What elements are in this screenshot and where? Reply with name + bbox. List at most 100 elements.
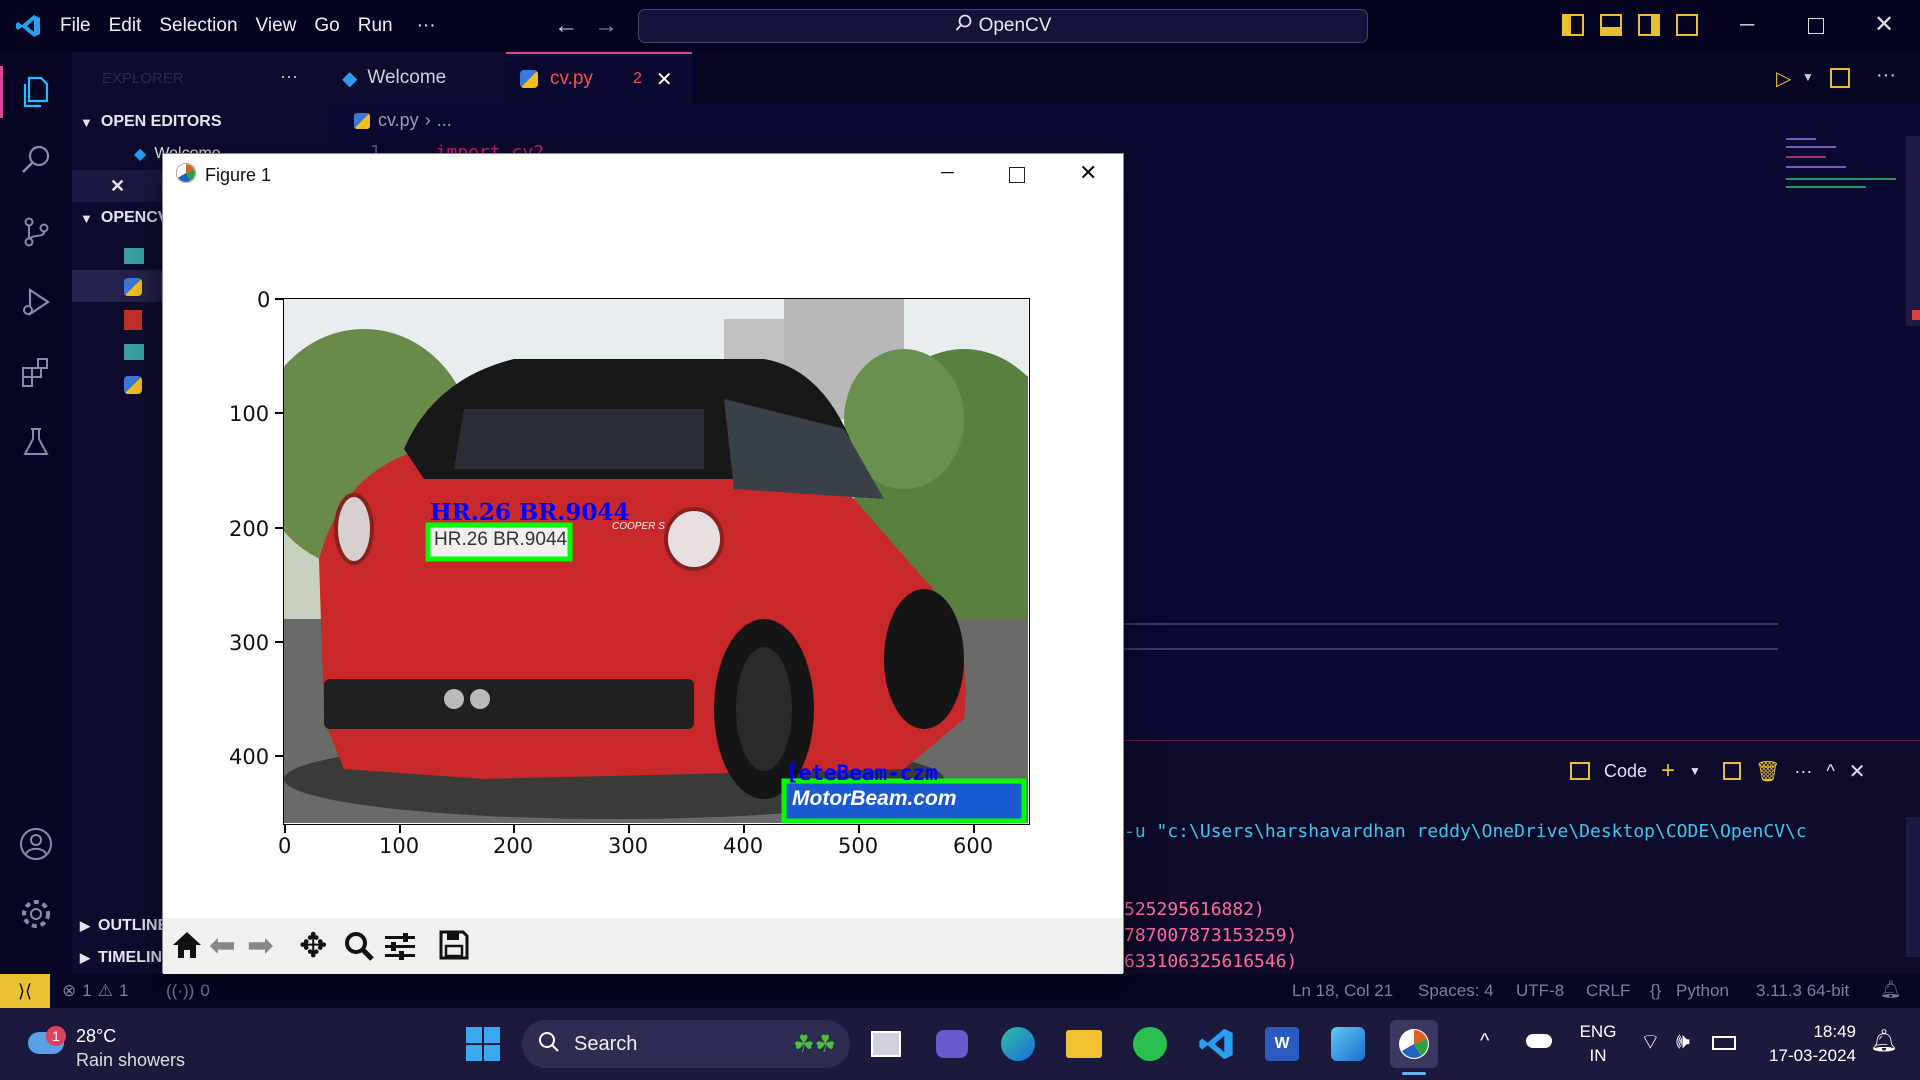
volume-icon[interactable]: 🕪︎ [1676, 1028, 1690, 1054]
taskbar-search-box[interactable]: Search ☘☘ [522, 1020, 850, 1068]
encoding[interactable]: UTF-8 [1516, 981, 1564, 1001]
command-center-search[interactable]: OpenCV [638, 9, 1368, 43]
file-image-icon-2[interactable] [124, 344, 144, 360]
back-arrow-icon[interactable]: ← [554, 12, 578, 40]
terminal-shell-label[interactable]: Code [1604, 761, 1647, 782]
clock[interactable]: 18:49 17-03-2024 [1756, 1020, 1856, 1068]
problems-indicator[interactable]: ⊗ 1 ⚠ 1 [62, 981, 128, 1001]
figure-minimize-icon[interactable]: ─ [941, 162, 954, 183]
wifi-icon[interactable]: ⌔ [1640, 1028, 1661, 1056]
python-file-icon-2[interactable] [124, 376, 142, 394]
language-indicator[interactable]: ENG IN [1578, 1020, 1618, 1068]
back-icon[interactable]: ⬅ [209, 926, 236, 964]
menu-selection[interactable]: Selection [159, 15, 237, 37]
x-tick-300: 300 [608, 834, 649, 858]
close-tab-icon[interactable]: ✕ [656, 67, 673, 92]
configure-subplots-icon[interactable] [385, 932, 415, 965]
chevron-right-icon: ▶ [80, 918, 90, 933]
customize-layout-icon[interactable] [1676, 14, 1698, 36]
chat-icon[interactable] [928, 1020, 976, 1068]
extensions-icon[interactable] [14, 350, 58, 394]
figure-close-icon[interactable]: ✕ [1079, 160, 1097, 186]
editor-scrollbar[interactable] [1906, 136, 1920, 326]
ports-indicator[interactable]: ((·)) 0 [166, 981, 210, 1001]
menu-more[interactable]: ··· [417, 15, 436, 37]
toggle-primary-sidebar-icon[interactable] [1562, 14, 1584, 36]
new-terminal-icon[interactable]: + [1661, 757, 1675, 785]
notification-bell-icon[interactable]: 🔔︎ [1870, 1028, 1898, 1054]
task-view-icon[interactable] [862, 1020, 910, 1068]
run-dropdown-icon[interactable]: ▼ [1802, 70, 1814, 84]
terminal-scrollbar[interactable] [1906, 817, 1920, 957]
line-ending[interactable]: CRLF [1586, 981, 1630, 1001]
layout-controls [1562, 14, 1698, 36]
testing-flask-icon[interactable] [14, 420, 58, 464]
open-editors-section[interactable]: ▼ OPEN EDITORS [72, 106, 328, 138]
matplotlib-active-icon[interactable] [1390, 1020, 1438, 1068]
restore-window-icon[interactable] [1808, 18, 1824, 34]
onedrive-cloud-icon[interactable] [1526, 1034, 1552, 1048]
file-pdf-icon[interactable] [124, 310, 142, 330]
forward-icon[interactable]: ➡ [247, 926, 274, 964]
zoom-magnifier-icon[interactable] [343, 930, 375, 967]
menu-edit[interactable]: Edit [109, 15, 142, 37]
split-terminal-icon[interactable] [1722, 762, 1741, 780]
forward-arrow-icon[interactable]: → [594, 12, 618, 40]
accounts-icon[interactable] [14, 822, 58, 866]
battery-icon[interactable] [1712, 1036, 1736, 1050]
notifications-bell-icon[interactable]: 🔔︎ [1880, 980, 1902, 1000]
cursor-position[interactable]: Ln 18, Col 21 [1292, 981, 1393, 1001]
word-icon[interactable]: W [1258, 1020, 1306, 1068]
close-window-icon[interactable]: ✕ [1874, 10, 1894, 39]
home-icon[interactable] [171, 930, 203, 965]
breadcrumb-file[interactable]: cv.py [378, 110, 419, 131]
error-count: 1 [82, 981, 92, 1000]
tab-cvpy[interactable]: cv.py 2 ✕ [506, 52, 692, 104]
error-icon: ⊗ [62, 981, 77, 1000]
file-image-icon[interactable] [124, 248, 144, 264]
toggle-secondary-sidebar-icon[interactable] [1638, 14, 1660, 36]
explorer-more-icon[interactable]: ··· [280, 66, 298, 87]
source-control-icon[interactable] [14, 210, 58, 254]
search-icon[interactable] [14, 138, 58, 182]
run-debug-icon[interactable] [14, 280, 58, 324]
vscode-taskbar-icon[interactable] [1192, 1020, 1240, 1068]
save-figure-icon[interactable] [439, 930, 469, 965]
remote-indicator[interactable]: ⟩⟨ [0, 974, 50, 1008]
run-python-file-icon[interactable]: ▷ [1776, 66, 1791, 91]
menu-go[interactable]: Go [314, 15, 339, 37]
file-explorer-icon[interactable] [1060, 1020, 1108, 1068]
photos-icon[interactable] [1324, 1020, 1372, 1068]
minimize-window-icon[interactable]: ─ [1740, 14, 1754, 37]
show-hidden-icons-chevron[interactable]: ^ [1480, 1030, 1489, 1053]
whatsapp-icon[interactable] [1126, 1020, 1174, 1068]
figure-maximize-icon[interactable] [1009, 167, 1025, 183]
close-panel-icon[interactable]: ✕ [1849, 759, 1866, 784]
settings-gear-icon[interactable] [14, 892, 58, 936]
terminal-dropdown-icon[interactable]: ▼ [1689, 764, 1701, 778]
menu-run[interactable]: Run [358, 15, 393, 37]
python-interpreter[interactable]: 3.11.3 64-bit [1756, 981, 1849, 1001]
active-app-indicator [1402, 1072, 1426, 1075]
explorer-icon[interactable] [14, 70, 58, 114]
terminal-shell-icon[interactable] [1570, 762, 1590, 780]
terminal-more-icon[interactable]: ··· [1794, 761, 1812, 782]
close-icon[interactable]: ✕ [110, 176, 125, 197]
start-windows-icon[interactable] [459, 1020, 507, 1068]
kill-terminal-icon[interactable]: 🗑 [1755, 759, 1780, 784]
tab-welcome[interactable]: ◆ Welcome [328, 52, 506, 104]
pan-move-icon[interactable]: ✥ [299, 926, 328, 966]
y-tick-200: 200 [229, 517, 270, 541]
edge-browser-icon[interactable] [994, 1020, 1042, 1068]
menu-file[interactable]: File [60, 15, 91, 37]
language-mode[interactable]: Python [1676, 981, 1729, 1001]
split-editor-icon[interactable] [1830, 68, 1850, 88]
toggle-panel-icon[interactable] [1600, 14, 1622, 36]
menu-view[interactable]: View [256, 15, 297, 37]
maximize-panel-icon[interactable]: ^ [1826, 761, 1834, 782]
weather-widget[interactable]: 1 28°C Rain showers [24, 1018, 204, 1070]
breadcrumb-more[interactable]: ... [437, 110, 452, 131]
editor-more-icon[interactable]: ··· [1876, 64, 1896, 87]
indentation[interactable]: Spaces: 4 [1418, 981, 1494, 1001]
weather-badge: 1 [46, 1026, 66, 1046]
